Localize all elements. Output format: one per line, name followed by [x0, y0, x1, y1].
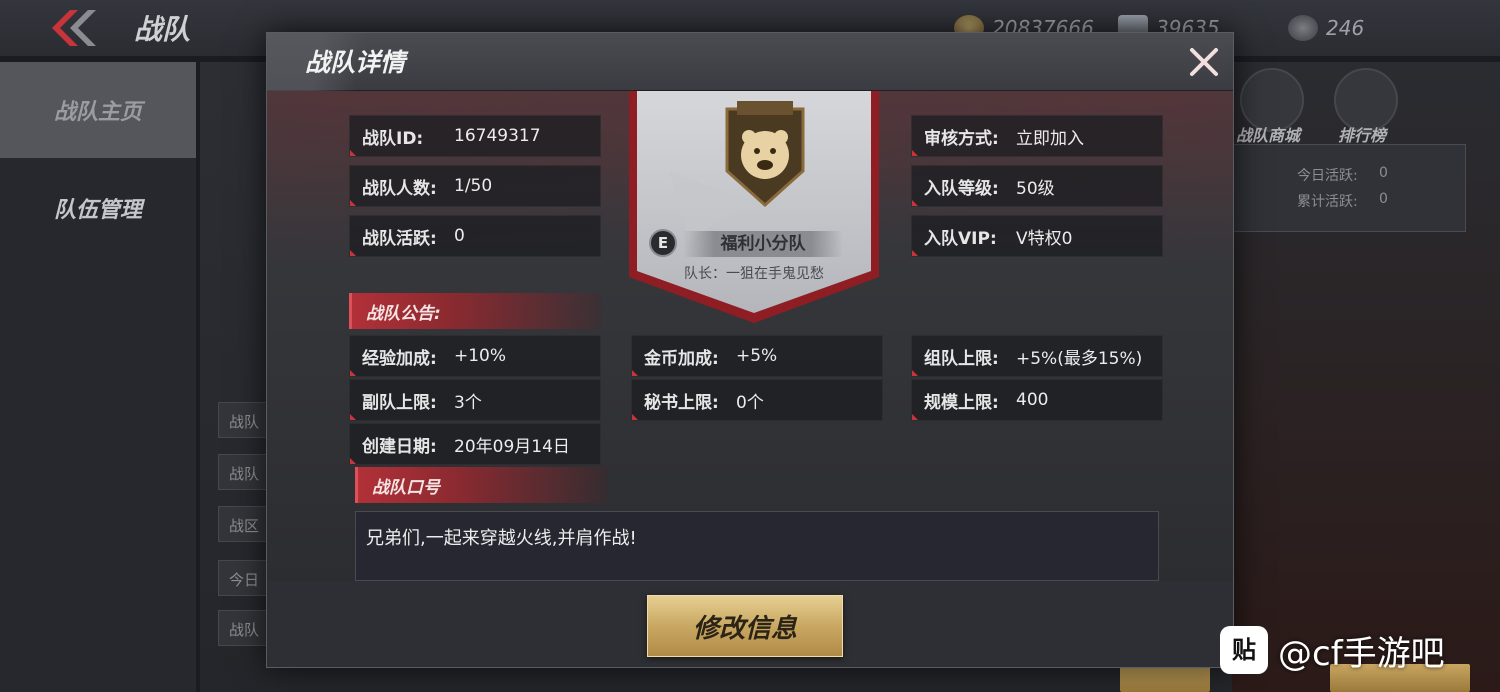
- secretary-limit-field: 秘书上限: 0个: [631, 379, 883, 421]
- team-grade-badge: E: [649, 229, 677, 257]
- sidebar-item-home[interactable]: 战队主页: [0, 62, 196, 158]
- announcement-header: 战队公告:: [349, 293, 601, 329]
- party-limit-field: 组队上限: +5%(最多15%): [911, 335, 1163, 377]
- gold-bonus-field: 金币加成: +5%: [631, 335, 883, 377]
- creation-date-field: 创建日期: 20年09月14日: [349, 423, 601, 465]
- join-vip-field: 入队VIP: V特权0: [911, 215, 1163, 257]
- screen-title: 战队: [134, 13, 191, 46]
- dialog-footer: 修改信息: [267, 581, 1233, 667]
- slogan-text: 兄弟们,一起来穿越火线,并肩作战!: [355, 511, 1159, 581]
- watermark: 贴 @cf手游吧: [1220, 626, 1445, 674]
- rank-badge-icon: [1288, 15, 1318, 41]
- list-item[interactable]: 战队: [218, 454, 270, 490]
- shop-label: 战队商城: [1236, 126, 1301, 145]
- team-activity-field: 战队活跃: 0: [349, 215, 601, 257]
- sidebar-item-team-management[interactable]: 队伍管理: [0, 160, 196, 256]
- activity-panel: 今日活跃: 0 累计活跃: 0: [1232, 144, 1466, 232]
- tieba-logo-icon: 贴: [1220, 626, 1268, 674]
- bear-emblem-icon: [725, 101, 805, 208]
- back-arrow-icon[interactable]: [44, 8, 100, 48]
- ranking-label: 排行榜: [1338, 126, 1387, 145]
- team-name: 福利小分队: [683, 231, 843, 257]
- edit-info-button[interactable]: 修改信息: [647, 595, 843, 657]
- watermark-text: @cf手游吧: [1278, 633, 1445, 674]
- team-captain: 队长：一狙在手鬼见愁: [684, 266, 824, 282]
- list-item[interactable]: 战队: [218, 402, 270, 438]
- exp-bonus-field: 经验加成: +10%: [349, 335, 601, 377]
- dialog-title: 战队详情: [305, 48, 406, 77]
- member-count-field: 战队人数: 1/50: [349, 165, 601, 207]
- team-details-dialog: 战队详情 战队ID: 16749317 战队人数: 1/50 战队活跃: 0 审…: [266, 32, 1234, 668]
- team-id-field: 战队ID: 16749317: [349, 115, 601, 157]
- scale-limit-field: 规模上限: 400: [911, 379, 1163, 421]
- list-item[interactable]: 战队: [218, 610, 270, 646]
- close-icon[interactable]: [1187, 45, 1221, 79]
- slogan-header: 战队口号: [355, 467, 607, 503]
- bg-action-button[interactable]: [1120, 664, 1210, 692]
- join-level-field: 入队等级: 50级: [911, 165, 1163, 207]
- vice-captain-limit-field: 副队上限: 3个: [349, 379, 601, 421]
- review-method-field: 审核方式: 立即加入: [911, 115, 1163, 157]
- dialog-header: 战队详情: [267, 33, 1233, 91]
- list-item[interactable]: 今日: [218, 560, 270, 596]
- team-emblem-area: E 福利小分队 队长：一狙在手鬼见愁: [629, 91, 879, 323]
- rank-counter: 246: [1288, 14, 1364, 42]
- list-item[interactable]: 战区: [218, 506, 270, 542]
